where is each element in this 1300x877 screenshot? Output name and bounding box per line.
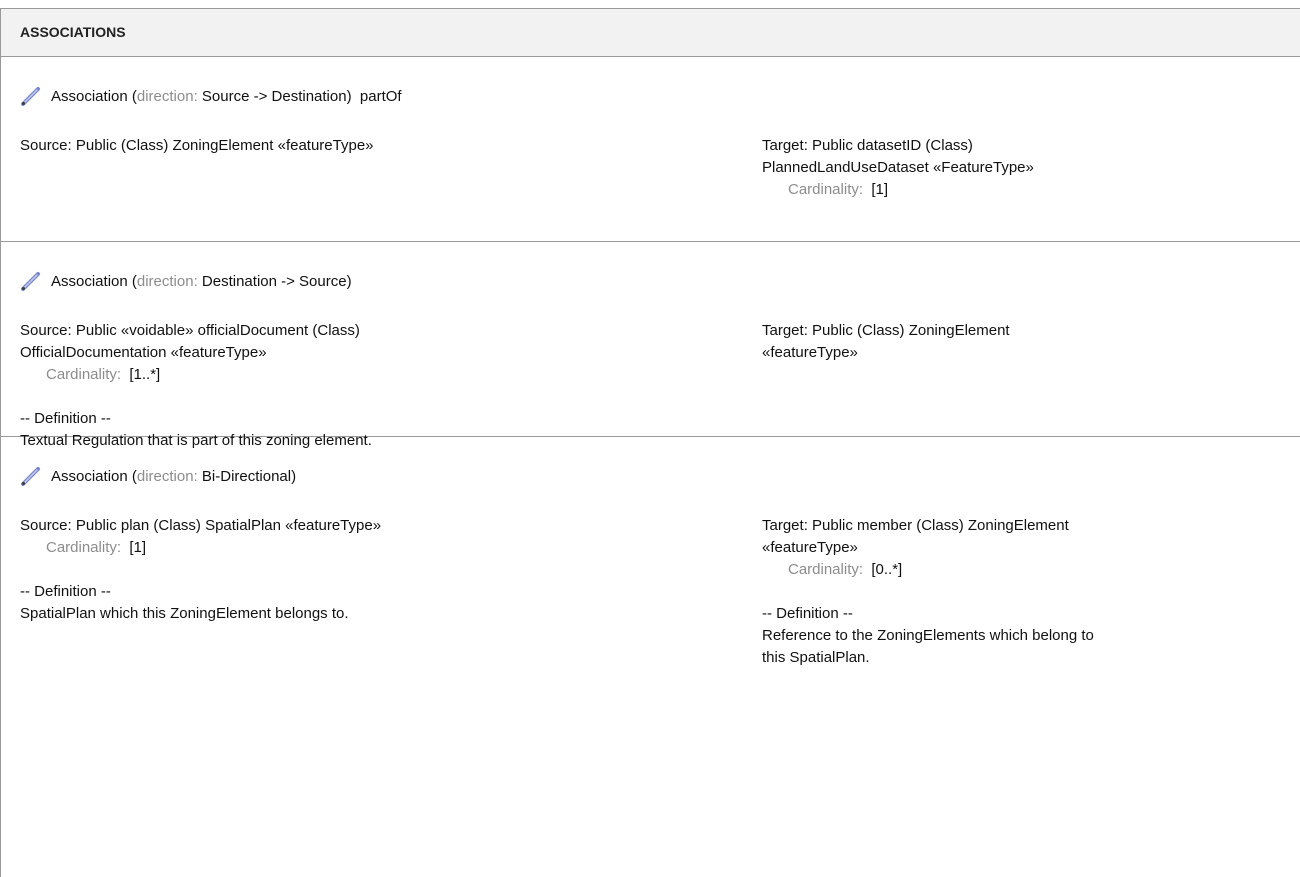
target-text: Target: Public datasetID (Class) <box>762 137 973 154</box>
definition-heading: -- Definition -- <box>762 605 853 622</box>
target-text: Target: Public member (Class) ZoningElem… <box>762 517 1069 534</box>
cardinality-value: [1..*] <box>129 366 161 383</box>
association-title: Association (direction: Bi-Directional) <box>20 465 296 487</box>
cardinality: Cardinality: [1..*] <box>20 364 540 386</box>
section-header: ASSOCIATIONS <box>1 9 1300 57</box>
definition-text-cont: this SpatialPlan. <box>762 649 870 666</box>
cardinality-value: [0..*] <box>871 561 903 578</box>
associations-panel: ASSOCIATIONS Association (direction: Sou… <box>0 8 1300 877</box>
pencil-icon[interactable] <box>20 85 42 107</box>
pencil-icon[interactable] <box>20 465 42 487</box>
definition-heading: -- Definition -- <box>20 410 111 427</box>
association-block: Association (direction: Source -> Destin… <box>1 57 1300 242</box>
pencil-icon[interactable] <box>20 270 42 292</box>
direction-label: direction: <box>136 467 198 485</box>
cardinality-label: Cardinality: <box>788 181 864 198</box>
association-block: Association (direction: Bi-Directional) … <box>1 437 1300 666</box>
source-column: Source: Public «voidable» officialDocume… <box>20 320 540 452</box>
association-block: Association (direction: Destination -> S… <box>1 242 1300 449</box>
source-column: Source: Public (Class) ZoningElement «fe… <box>20 135 540 157</box>
direction-value: Source -> Destination) partOf <box>197 87 402 105</box>
cardinality: Cardinality: [1] <box>762 179 1282 201</box>
cardinality-label: Cardinality: <box>788 561 864 578</box>
target-text-cont: «featureType» <box>762 539 858 556</box>
target-column: Target: Public member (Class) ZoningElem… <box>762 515 1282 669</box>
cardinality-value: [1] <box>129 539 147 556</box>
target-column: Target: Public datasetID (Class) Planned… <box>762 135 1282 201</box>
association-prefix: Association ( <box>51 87 137 105</box>
target-text-cont: «featureType» <box>762 344 858 361</box>
association-prefix: Association ( <box>51 467 137 485</box>
source-text: Source: Public «voidable» officialDocume… <box>20 322 360 339</box>
association-prefix: Association ( <box>51 272 137 290</box>
direction-value: Destination -> Source) <box>197 272 352 290</box>
cardinality-label: Cardinality: <box>46 539 122 556</box>
cardinality-value: [1] <box>871 181 889 198</box>
definition-text: SpatialPlan which this ZoningElement bel… <box>20 605 349 622</box>
direction-label: direction: <box>136 272 198 290</box>
direction-value: Bi-Directional) <box>197 467 297 485</box>
target-text: Target: Public (Class) ZoningElement <box>762 322 1010 339</box>
target-column: Target: Public (Class) ZoningElement «fe… <box>762 320 1282 364</box>
definition-heading: -- Definition -- <box>20 583 111 600</box>
source-text-cont: OfficialDocumentation «featureType» <box>20 344 267 361</box>
target-text-cont: PlannedLandUseDataset «FeatureType» <box>762 159 1034 176</box>
source-text: Source: Public (Class) ZoningElement «fe… <box>20 137 374 154</box>
source-text: Source: Public plan (Class) SpatialPlan … <box>20 517 382 534</box>
source-column: Source: Public plan (Class) SpatialPlan … <box>20 515 540 625</box>
association-title: Association (direction: Destination -> S… <box>20 270 352 292</box>
cardinality: Cardinality: [0..*] <box>762 559 1282 581</box>
definition-text: Reference to the ZoningElements which be… <box>762 627 1094 644</box>
association-title: Association (direction: Source -> Destin… <box>20 85 402 107</box>
cardinality: Cardinality: [1] <box>20 537 540 559</box>
direction-label: direction: <box>136 87 198 105</box>
cardinality-label: Cardinality: <box>46 366 122 383</box>
